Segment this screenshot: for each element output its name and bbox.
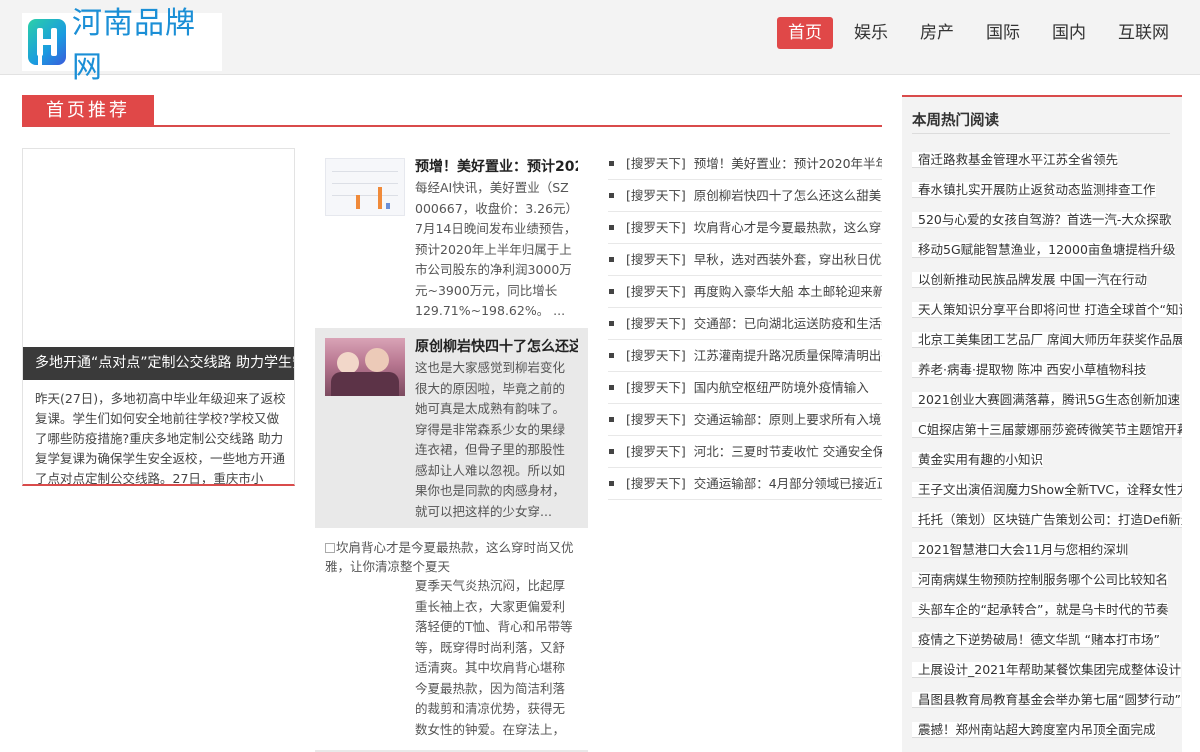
news-source-tag[interactable]: [搜罗天下] — [626, 316, 686, 331]
section-title-bar: 首页推荐 — [22, 95, 882, 127]
sidebar-link[interactable]: 震撼！郑州南站超大跨度室内吊顶全面完成 — [912, 722, 1156, 738]
news-source-tag[interactable]: [搜罗天下] — [626, 188, 686, 203]
article-thumbnail[interactable] — [325, 338, 405, 396]
sidebar-link[interactable]: 2021智慧港口大会11月与您相约深圳 — [912, 542, 1129, 558]
article-thumbnail[interactable]: 坎肩背心才是今夏最热款，这么穿时尚又优雅，让你清凉整个夏天 — [325, 538, 578, 576]
sidebar-link[interactable]: C姐探店第十三届蒙娜丽莎瓷砖微笑节主题馆开幕 — [912, 422, 1182, 438]
nav-item-real-estate[interactable]: 房产 — [909, 17, 965, 49]
news-title[interactable]: 江苏灌南提升路况质量保障清明出行 — [694, 348, 882, 363]
sidebar-divider — [912, 133, 1170, 134]
sidebar-link[interactable]: 520与心爱的女孩自驾游？首选一汽-大众探歌 — [912, 212, 1172, 228]
article-excerpt: 这也是大家感觉到柳岩变化很大的原因啦，毕竟之前的她可真是太成熟有韵味了。 穿得是… — [415, 360, 566, 519]
nav-item-home[interactable]: 首页 — [777, 17, 833, 49]
site-header: 河南品牌网 首页 娱乐 房产 国际 国内 互联网 — [0, 0, 1200, 85]
logo-mark-icon — [28, 19, 66, 65]
news-source-tag[interactable]: [搜罗天下] — [626, 380, 686, 395]
news-item[interactable]: [搜罗天下] 交通部：已向湖北运送防疫和生活物资... — [608, 308, 882, 340]
news-source-tag[interactable]: [搜罗天下] — [626, 156, 686, 171]
news-item[interactable]: [搜罗天下] 预增！美好置业：预计2020年半年度业绩... — [608, 148, 882, 180]
news-item[interactable]: [搜罗天下] 交通运输部：4月部分领域已接近正常... — [608, 468, 882, 500]
image-alt-text: 坎肩背心才是今夏最热款，这么穿时尚又优雅，让你清凉整个夏天 — [325, 540, 574, 574]
featured-caption: 多地开通“点对点”定制公交线路 助力学生安全返校 — [23, 347, 294, 380]
sidebar-link[interactable]: 天人策知识分享平台即将问世 打造全球首个“知识 — [912, 302, 1182, 318]
news-item[interactable]: [搜罗天下] 坎肩背心才是今夏最热款，这么穿... — [608, 212, 882, 244]
sidebar-link[interactable]: 托托（策划）区块链广告策划公司：打造Defi新生态 — [912, 512, 1182, 528]
sidebar-link[interactable]: 2021创业大赛圆满落幕，腾讯5G生态创新加速 — [912, 392, 1180, 408]
news-item[interactable]: [搜罗天下] 国内航空枢纽严防境外疫情输入 — [608, 372, 882, 404]
news-source-tag[interactable]: [搜罗天下] — [626, 412, 686, 427]
nav-item-entertainment[interactable]: 娱乐 — [843, 17, 899, 49]
news-item[interactable]: [搜罗天下] 江苏灌南提升路况质量保障清明出行... — [608, 340, 882, 372]
news-item[interactable]: [搜罗天下] 河北：三夏时节麦收忙 交通安全保... — [608, 436, 882, 468]
news-source-tag[interactable]: [搜罗天下] — [626, 444, 686, 459]
nav-item-domestic[interactable]: 国内 — [1041, 17, 1097, 49]
news-item[interactable]: [搜罗天下] 再度购入豪华大船 本土邮轮迎来新... — [608, 276, 882, 308]
hot-reading-sidebar: 本周热门阅读 宿迁路救基金管理水平江苏全省领先 春水镇扎实开展防止返贫动态监测排… — [902, 95, 1182, 752]
article-card[interactable]: 原创柳岩快四十了怎么还这么甜 这也是大家感觉到柳岩变化很大的原因啦，毕竟之前的她… — [315, 328, 588, 528]
featured-article[interactable]: 多地开通“点对点”定制公交线路 助力学生安全返校 昨天(27日)，多地初高中毕业… — [22, 148, 295, 486]
news-item[interactable]: [搜罗天下] 交通运输部：原则上要求所有入境... — [608, 404, 882, 436]
nav-item-internet[interactable]: 互联网 — [1107, 17, 1180, 49]
logo-text: 河南品牌网 — [72, 6, 196, 85]
news-title[interactable]: 坎肩背心才是今夏最热款，这么穿 — [694, 220, 882, 235]
sidebar-link[interactable]: 河南病媒生物预防控制服务哪个公司比较知名 — [912, 572, 1169, 588]
sidebar-link[interactable]: 王子文出演佰润魔力Show全新TVC，诠释女性力量 — [912, 482, 1182, 498]
article-card[interactable]: 预增！美好置业：预计2020年上半年净利润 每经AI快讯，美好置业（SZ 000… — [315, 148, 588, 328]
news-source-tag[interactable]: [搜罗天下] — [626, 252, 686, 267]
news-title[interactable]: 交通运输部：4月部分领域已接近正常 — [694, 476, 882, 491]
sidebar-link[interactable]: 黄金实用有趣的小知识 — [912, 452, 1044, 468]
sidebar-link[interactable]: 头部车企的“起承转合”，就是乌卡时代的节奏 — [912, 602, 1169, 618]
news-source-tag[interactable]: [搜罗天下] — [626, 348, 686, 363]
news-title[interactable]: 交通部：已向湖北运送防疫和生活物资 — [694, 316, 882, 331]
news-list: [搜罗天下] 预增！美好置业：预计2020年半年度业绩... [搜罗天下] 原创… — [608, 148, 882, 500]
news-title[interactable]: 国内航空枢纽严防境外疫情输入 — [694, 380, 869, 395]
news-title[interactable]: 原创柳岩快四十了怎么还这么甜美 — [694, 188, 882, 203]
news-source-tag[interactable]: [搜罗天下] — [626, 284, 686, 299]
news-title[interactable]: 交通运输部：原则上要求所有入境 — [694, 412, 882, 427]
sidebar-link[interactable]: 宿迁路救基金管理水平江苏全省领先 — [912, 152, 1119, 168]
news-title[interactable]: 河北：三夏时节麦收忙 交通安全保 — [694, 444, 882, 459]
sidebar-link[interactable]: 春水镇扎实开展防止返贫动态监测排查工作 — [912, 182, 1156, 198]
news-title[interactable]: 预增！美好置业：预计2020年半年度业绩 — [694, 156, 882, 171]
article-excerpt: 每经AI快讯，美好置业（SZ 000667，收盘价：3.26元）7月14日晚间发… — [415, 180, 577, 318]
featured-description: 昨天(27日)，多地初高中毕业年级迎来了返校复课。学生们如何安全地前往学校?学校… — [35, 391, 286, 485]
news-source-tag[interactable]: [搜罗天下] — [626, 220, 686, 235]
sidebar-link[interactable]: 北京工美集团工艺品厂 席闻大师历年获奖作品展 — [912, 332, 1182, 348]
featured-image — [23, 149, 294, 347]
article-card[interactable]: 坎肩背心才是今夏最热款，这么穿时尚又优雅，让你清凉整个夏天 夏季天气炎热沉闷，比… — [315, 528, 588, 750]
sidebar-link[interactable]: 上展设计_2021年帮助某餐饮集团完成整体设计 — [912, 662, 1182, 678]
sidebar-link[interactable]: 养老·病毒·提取物 陈冲 西安小草植物科技 — [912, 362, 1147, 378]
news-item[interactable]: [搜罗天下] 早秋，选对西装外套，穿出秋日优雅... — [608, 244, 882, 276]
site-logo[interactable]: 河南品牌网 — [22, 6, 222, 85]
sidebar-list: 宿迁路救基金管理水平江苏全省领先 春水镇扎实开展防止返贫动态监测排查工作 520… — [912, 145, 1182, 745]
news-title[interactable]: 早秋，选对西装外套，穿出秋日优雅 — [694, 252, 882, 267]
article-excerpt: 夏季天气炎热沉闷，比起厚重长袖上衣，大家更偏爱利落轻便的T恤、背心和吊带等等，既… — [415, 578, 573, 737]
news-item[interactable]: [搜罗天下] 原创柳岩快四十了怎么还这么甜美... — [608, 180, 882, 212]
sidebar-title: 本周热门阅读 — [912, 113, 999, 129]
article-title[interactable]: 预增！美好置业：预计2020年上半年净利润 — [415, 158, 578, 176]
news-title[interactable]: 再度购入豪华大船 本土邮轮迎来新 — [694, 284, 882, 299]
nav-item-international[interactable]: 国际 — [975, 17, 1031, 49]
broken-image-icon — [325, 543, 335, 553]
article-thumbnail[interactable] — [325, 158, 405, 216]
main-nav: 首页 娱乐 房产 国际 国内 互联网 — [777, 17, 1180, 49]
sidebar-link[interactable]: 疫情之下逆势破局！德文华凯 “赌本打市场” — [912, 632, 1160, 648]
sidebar-link[interactable]: 以创新推动民族品牌发展 中国一汽在行动 — [912, 272, 1147, 288]
news-source-tag[interactable]: [搜罗天下] — [626, 476, 686, 491]
section-title: 首页推荐 — [22, 95, 154, 126]
sidebar-link[interactable]: 移动5G赋能智慧渔业，12000亩鱼塘提档升级 — [912, 242, 1176, 258]
article-title[interactable]: 原创柳岩快四十了怎么还这么甜 — [415, 338, 578, 356]
sidebar-link[interactable]: 昌图县教育局教育基金会举办第七届“圆梦行动” — [912, 692, 1181, 708]
article-list: 预增！美好置业：预计2020年上半年净利润 每经AI快讯，美好置业（SZ 000… — [315, 148, 588, 752]
